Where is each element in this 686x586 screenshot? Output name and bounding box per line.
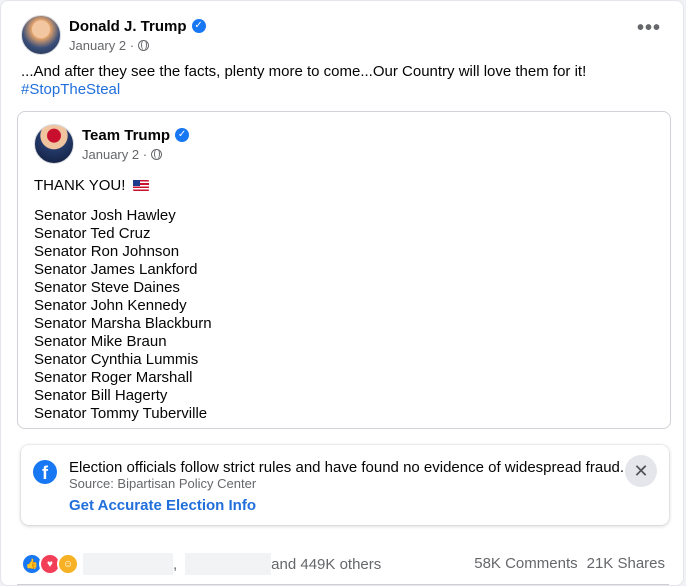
shared-date[interactable]: January 2 · [82, 147, 147, 162]
close-notice-button[interactable]: ✕ [625, 455, 657, 487]
post-body: ...And after they see the facts, plenty … [21, 63, 587, 80]
facebook-logo-icon: f [33, 460, 57, 484]
author-name-row: Donald J. Trump ✓ [69, 18, 206, 35]
hashtag-link[interactable]: #StopTheSteal [21, 81, 661, 99]
author-avatar[interactable] [21, 15, 61, 55]
verified-badge-icon: ✓ [191, 19, 206, 33]
notice-text: Election officials follow strict rules a… [69, 459, 625, 476]
post-date[interactable]: January 2 · [69, 38, 134, 53]
verified-badge-icon: ✓ [175, 128, 190, 142]
shared-author-avatar[interactable] [34, 124, 74, 164]
reactions-others[interactable]: and 449K others [271, 556, 381, 573]
more-options-button[interactable]: ••• [637, 18, 661, 38]
footer-divider [17, 584, 669, 585]
shared-name-row: Team Trump ✓ [82, 127, 190, 144]
redacted-reactor-name [185, 553, 272, 575]
post-header: Donald J. Trump ✓ January 2 · [21, 15, 206, 55]
thanks-text: THANK YOU! [34, 177, 126, 194]
author-block: Donald J. Trump ✓ January 2 · [69, 18, 206, 53]
reactions-summary[interactable]: 👍 ♥ ☺ , and 449K others [21, 553, 381, 575]
senator-item: Senator Roger Marshall [34, 369, 193, 386]
reactor-separator: , [173, 555, 178, 573]
globe-icon [151, 148, 163, 160]
senator-item: Senator Ted Cruz [34, 225, 151, 242]
shared-author-block: Team Trump ✓ January 2 · [82, 127, 190, 162]
comments-count[interactable]: 58K Comments [474, 555, 577, 572]
post-meta: January 2 · [69, 38, 206, 53]
senator-item: Senator Mike Braun [34, 333, 167, 350]
senator-item: Senator Cynthia Lummis [34, 351, 199, 368]
us-flag-icon [132, 180, 149, 191]
shared-post[interactable]: Team Trump ✓ January 2 · THANK YOU! Sena… [17, 111, 671, 429]
senator-item: Senator Steve Daines [34, 279, 180, 296]
senator-item: Senator Josh Hawley [34, 207, 176, 224]
globe-icon [138, 39, 150, 51]
senator-item: Senator John Kennedy [34, 297, 187, 314]
senator-item: Senator Marsha Blackburn [34, 315, 212, 332]
redacted-reactor-name [83, 553, 173, 575]
senator-item: Senator Tommy Tuberville [34, 405, 208, 422]
notice-source: Source: Bipartisan Policy Center [69, 476, 257, 491]
senator-item: Senator James Lankford [34, 261, 198, 278]
post-text: ...And after they see the facts, plenty … [21, 63, 661, 99]
senator-item: Senator Bill Hagerty [34, 387, 168, 404]
post-card: Donald J. Trump ✓ January 2 · ••• ...And… [0, 0, 684, 586]
haha-icon: ☺ [57, 553, 79, 575]
shared-author-name[interactable]: Team Trump [82, 127, 170, 144]
thanks-line: THANK YOU! [34, 177, 212, 195]
shared-header: Team Trump ✓ January 2 · [34, 124, 190, 164]
author-name[interactable]: Donald J. Trump [69, 18, 187, 35]
shared-body: THANK YOU! Senator Josh Hawley Senator T… [34, 177, 212, 423]
election-info-notice: f Election officials follow strict rules… [21, 445, 669, 525]
engagement-stats: 58K Comments 21K Shares [474, 555, 665, 572]
senator-item: Senator Ron Johnson [34, 243, 180, 260]
shared-meta: January 2 · [82, 147, 189, 162]
election-info-link[interactable]: Get Accurate Election Info [69, 497, 256, 514]
shares-count[interactable]: 21K Shares [587, 555, 665, 572]
